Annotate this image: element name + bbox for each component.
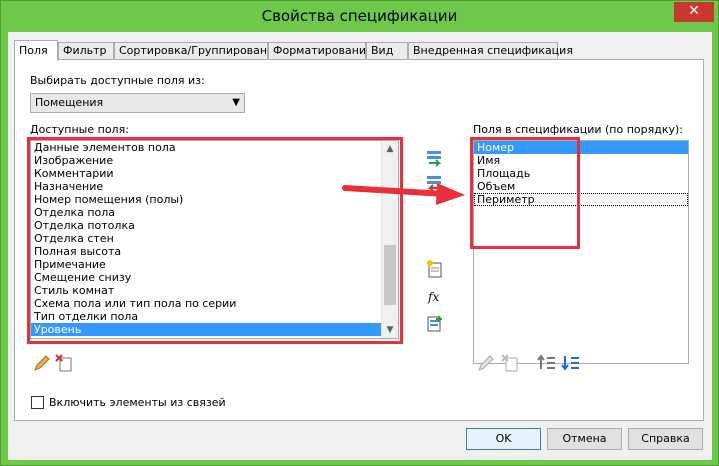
move-up-icon [537,354,555,369]
title-bar[interactable]: Свойства спецификации ✕ [1,1,718,32]
pencil-icon [34,355,50,371]
new-parameter-button[interactable] [424,258,446,280]
tab-embedded-schedule[interactable]: Внедренная спецификация [408,42,573,60]
available-field-item[interactable]: Схема пола или тип пола по серии [31,297,398,310]
available-field-item[interactable]: Номер помещения (полы) [31,193,398,206]
include-links-checkbox[interactable] [31,396,44,409]
scheduled-fields-items: Номер Имя Площадь Объем Периметр [474,141,688,206]
remove-field-button[interactable] [424,173,446,195]
calculated-value-button[interactable]: fx [424,286,446,308]
available-fields-scrollbar[interactable]: ▲ ▼ [381,141,398,338]
available-fields-items: Данные элементов пола Изображение Коммента… [31,141,398,336]
scheduled-field-item[interactable]: Объем [474,180,688,193]
available-fields-label: Доступные поля: [30,123,129,136]
chevron-down-icon: ▼ [232,97,240,108]
ok-button[interactable]: OK [466,428,541,450]
available-fields-list[interactable]: Данные элементов пола Изображение Коммента… [30,140,399,339]
help-button[interactable]: Справка [628,428,703,450]
fields-tab-panel: Выбирать доступные поля из: Помещения ▼ … [14,59,704,421]
combine-parameters-button[interactable] [424,312,446,334]
tab-filter[interactable]: Фильтр [58,42,114,60]
window-title: Свойства спецификации [261,7,458,25]
move-down-button[interactable] [560,352,582,374]
scheduled-field-item[interactable]: Имя [474,154,688,167]
available-field-item[interactable]: Примечание [31,258,398,271]
available-field-item[interactable]: Комментарии [31,167,398,180]
delete-field-button[interactable] [53,352,75,374]
include-links-label: Включить элементы из связей [49,396,226,409]
new-parameter-icon [427,260,442,278]
select-from-dropdown[interactable]: Помещения ▼ [30,93,245,113]
available-field-item[interactable]: Отделка пола [31,206,398,219]
dialog-client-area: Поля Фильтр Сортировка/Группирование Фор… [8,32,712,460]
available-field-item[interactable]: Назначение [31,180,398,193]
available-field-item[interactable]: Данные элементов пола [31,141,398,154]
svg-text:fx: fx [427,290,439,304]
close-button[interactable]: ✕ [674,2,714,22]
scheduled-fields-label: Поля в спецификации (по порядку): [473,123,683,136]
scheduled-field-item[interactable]: Номер [474,141,688,154]
scheduled-field-item[interactable]: Площадь [474,167,688,180]
scheduled-fields-list[interactable]: Номер Имя Площадь Объем Периметр [473,140,689,364]
tab-view[interactable]: Вид [366,42,408,60]
available-field-item[interactable]: Тип отделки пола [31,310,398,323]
pencil-icon-disabled [478,355,494,371]
add-field-icon [427,151,442,167]
tab-fields[interactable]: Поля [14,40,58,61]
cancel-button[interactable]: Отмена [547,428,622,450]
scroll-up-icon[interactable]: ▲ [382,141,398,157]
move-down-icon [561,356,579,371]
move-up-button[interactable] [536,352,558,374]
scheduled-field-item[interactable]: Периметр [474,193,688,206]
tab-sorting-grouping[interactable]: Сортировка/Группирование [114,42,281,60]
select-from-value: Помещения [35,96,104,109]
available-field-item[interactable]: Смещение снизу [31,271,398,284]
delete-scheduled-field-button[interactable] [499,352,521,374]
available-field-item[interactable]: Уровень [31,323,398,336]
available-field-item[interactable]: Отделка стен [31,232,398,245]
remove-field-icon [427,176,441,192]
available-field-item[interactable]: Отделка потолка [31,219,398,232]
select-from-label: Выбирать доступные поля из: [30,74,205,87]
available-field-item[interactable]: Изображение [31,154,398,167]
tab-formatting[interactable]: Форматирование [268,42,373,60]
edit-field-button[interactable] [31,352,53,374]
combine-parameters-icon [427,316,442,332]
available-field-item[interactable]: Полная высота [31,245,398,258]
edit-scheduled-field-button[interactable] [475,352,497,374]
available-field-item[interactable]: Стиль комнат [31,284,398,297]
delete-icon-disabled [501,354,518,372]
delete-icon [55,354,72,372]
scroll-thumb[interactable] [384,245,396,305]
formula-icon: fx [427,290,439,304]
scroll-down-icon[interactable]: ▼ [382,322,398,338]
add-field-button[interactable] [424,148,446,170]
dialog-window: Свойства спецификации ✕ Поля Фильтр Сорт… [0,0,719,466]
